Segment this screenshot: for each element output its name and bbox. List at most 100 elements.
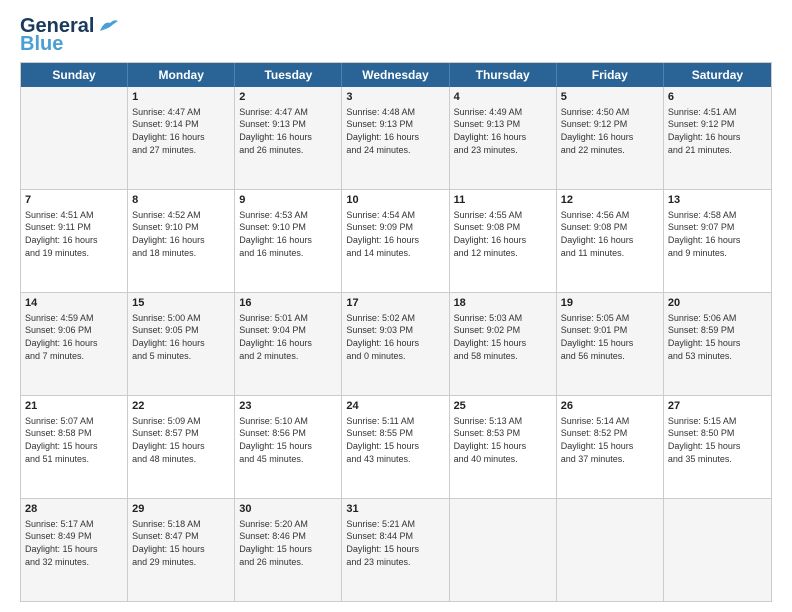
day-number: 26 [561, 399, 659, 414]
calendar-cell: 7Sunrise: 4:51 AM Sunset: 9:11 PM Daylig… [21, 190, 128, 292]
day-info: Sunrise: 5:15 AM Sunset: 8:50 PM Dayligh… [668, 415, 767, 465]
day-number: 17 [346, 296, 444, 311]
day-number: 27 [668, 399, 767, 414]
day-number: 4 [454, 90, 552, 105]
day-info: Sunrise: 4:48 AM Sunset: 9:13 PM Dayligh… [346, 106, 444, 156]
calendar-cell: 11Sunrise: 4:55 AM Sunset: 9:08 PM Dayli… [450, 190, 557, 292]
day-number: 10 [346, 193, 444, 208]
day-number: 5 [561, 90, 659, 105]
day-number: 14 [25, 296, 123, 311]
calendar-cell [664, 499, 771, 601]
calendar-cell: 8Sunrise: 4:52 AM Sunset: 9:10 PM Daylig… [128, 190, 235, 292]
calendar-cell [21, 87, 128, 189]
day-number: 15 [132, 296, 230, 311]
calendar-cell: 5Sunrise: 4:50 AM Sunset: 9:12 PM Daylig… [557, 87, 664, 189]
day-number: 9 [239, 193, 337, 208]
calendar-cell: 29Sunrise: 5:18 AM Sunset: 8:47 PM Dayli… [128, 499, 235, 601]
day-info: Sunrise: 5:02 AM Sunset: 9:03 PM Dayligh… [346, 312, 444, 362]
calendar-cell: 19Sunrise: 5:05 AM Sunset: 9:01 PM Dayli… [557, 293, 664, 395]
calendar-cell: 22Sunrise: 5:09 AM Sunset: 8:57 PM Dayli… [128, 396, 235, 498]
calendar-header-day: Saturday [664, 63, 771, 87]
calendar-cell: 14Sunrise: 4:59 AM Sunset: 9:06 PM Dayli… [21, 293, 128, 395]
calendar-cell: 28Sunrise: 5:17 AM Sunset: 8:49 PM Dayli… [21, 499, 128, 601]
calendar-cell: 18Sunrise: 5:03 AM Sunset: 9:02 PM Dayli… [450, 293, 557, 395]
day-number: 12 [561, 193, 659, 208]
calendar-cell: 24Sunrise: 5:11 AM Sunset: 8:55 PM Dayli… [342, 396, 449, 498]
calendar-header-day: Friday [557, 63, 664, 87]
calendar-row: 7Sunrise: 4:51 AM Sunset: 9:11 PM Daylig… [21, 190, 771, 293]
day-info: Sunrise: 5:14 AM Sunset: 8:52 PM Dayligh… [561, 415, 659, 465]
day-number: 22 [132, 399, 230, 414]
calendar-cell: 4Sunrise: 4:49 AM Sunset: 9:13 PM Daylig… [450, 87, 557, 189]
calendar-cell: 15Sunrise: 5:00 AM Sunset: 9:05 PM Dayli… [128, 293, 235, 395]
calendar-cell [450, 499, 557, 601]
logo: General Blue [20, 16, 118, 54]
calendar-cell: 17Sunrise: 5:02 AM Sunset: 9:03 PM Dayli… [342, 293, 449, 395]
calendar-cell: 13Sunrise: 4:58 AM Sunset: 9:07 PM Dayli… [664, 190, 771, 292]
calendar-row: 28Sunrise: 5:17 AM Sunset: 8:49 PM Dayli… [21, 499, 771, 601]
day-number: 8 [132, 193, 230, 208]
calendar-row: 21Sunrise: 5:07 AM Sunset: 8:58 PM Dayli… [21, 396, 771, 499]
calendar-row: 14Sunrise: 4:59 AM Sunset: 9:06 PM Dayli… [21, 293, 771, 396]
calendar-header-day: Tuesday [235, 63, 342, 87]
day-info: Sunrise: 4:52 AM Sunset: 9:10 PM Dayligh… [132, 209, 230, 259]
calendar-cell: 16Sunrise: 5:01 AM Sunset: 9:04 PM Dayli… [235, 293, 342, 395]
day-info: Sunrise: 4:51 AM Sunset: 9:12 PM Dayligh… [668, 106, 767, 156]
page-header: General Blue [20, 16, 772, 54]
day-number: 23 [239, 399, 337, 414]
day-info: Sunrise: 5:09 AM Sunset: 8:57 PM Dayligh… [132, 415, 230, 465]
calendar-cell: 26Sunrise: 5:14 AM Sunset: 8:52 PM Dayli… [557, 396, 664, 498]
day-info: Sunrise: 4:59 AM Sunset: 9:06 PM Dayligh… [25, 312, 123, 362]
day-info: Sunrise: 5:05 AM Sunset: 9:01 PM Dayligh… [561, 312, 659, 362]
day-info: Sunrise: 5:10 AM Sunset: 8:56 PM Dayligh… [239, 415, 337, 465]
day-info: Sunrise: 4:47 AM Sunset: 9:14 PM Dayligh… [132, 106, 230, 156]
calendar-cell: 3Sunrise: 4:48 AM Sunset: 9:13 PM Daylig… [342, 87, 449, 189]
calendar-cell: 31Sunrise: 5:21 AM Sunset: 8:44 PM Dayli… [342, 499, 449, 601]
calendar-cell [557, 499, 664, 601]
calendar-cell: 6Sunrise: 4:51 AM Sunset: 9:12 PM Daylig… [664, 87, 771, 189]
calendar-cell: 20Sunrise: 5:06 AM Sunset: 8:59 PM Dayli… [664, 293, 771, 395]
day-number: 30 [239, 502, 337, 517]
day-number: 28 [25, 502, 123, 517]
calendar-body: 1Sunrise: 4:47 AM Sunset: 9:14 PM Daylig… [21, 87, 771, 601]
day-number: 19 [561, 296, 659, 311]
calendar-row: 1Sunrise: 4:47 AM Sunset: 9:14 PM Daylig… [21, 87, 771, 190]
day-number: 3 [346, 90, 444, 105]
day-info: Sunrise: 4:50 AM Sunset: 9:12 PM Dayligh… [561, 106, 659, 156]
day-info: Sunrise: 4:47 AM Sunset: 9:13 PM Dayligh… [239, 106, 337, 156]
calendar: SundayMondayTuesdayWednesdayThursdayFrid… [20, 62, 772, 602]
calendar-cell: 2Sunrise: 4:47 AM Sunset: 9:13 PM Daylig… [235, 87, 342, 189]
day-number: 2 [239, 90, 337, 105]
calendar-cell: 12Sunrise: 4:56 AM Sunset: 9:08 PM Dayli… [557, 190, 664, 292]
calendar-cell: 10Sunrise: 4:54 AM Sunset: 9:09 PM Dayli… [342, 190, 449, 292]
day-number: 24 [346, 399, 444, 414]
day-info: Sunrise: 4:53 AM Sunset: 9:10 PM Dayligh… [239, 209, 337, 259]
day-number: 18 [454, 296, 552, 311]
calendar-cell: 23Sunrise: 5:10 AM Sunset: 8:56 PM Dayli… [235, 396, 342, 498]
day-number: 13 [668, 193, 767, 208]
day-number: 16 [239, 296, 337, 311]
day-info: Sunrise: 5:01 AM Sunset: 9:04 PM Dayligh… [239, 312, 337, 362]
calendar-cell: 1Sunrise: 4:47 AM Sunset: 9:14 PM Daylig… [128, 87, 235, 189]
day-info: Sunrise: 4:56 AM Sunset: 9:08 PM Dayligh… [561, 209, 659, 259]
day-number: 25 [454, 399, 552, 414]
day-info: Sunrise: 4:58 AM Sunset: 9:07 PM Dayligh… [668, 209, 767, 259]
day-number: 31 [346, 502, 444, 517]
calendar-cell: 21Sunrise: 5:07 AM Sunset: 8:58 PM Dayli… [21, 396, 128, 498]
day-info: Sunrise: 4:54 AM Sunset: 9:09 PM Dayligh… [346, 209, 444, 259]
logo-blue: Blue [20, 34, 63, 54]
calendar-cell: 9Sunrise: 4:53 AM Sunset: 9:10 PM Daylig… [235, 190, 342, 292]
day-info: Sunrise: 5:07 AM Sunset: 8:58 PM Dayligh… [25, 415, 123, 465]
calendar-header: SundayMondayTuesdayWednesdayThursdayFrid… [21, 63, 771, 87]
day-info: Sunrise: 5:06 AM Sunset: 8:59 PM Dayligh… [668, 312, 767, 362]
logo-bird-icon [96, 17, 118, 35]
calendar-cell: 27Sunrise: 5:15 AM Sunset: 8:50 PM Dayli… [664, 396, 771, 498]
day-info: Sunrise: 5:11 AM Sunset: 8:55 PM Dayligh… [346, 415, 444, 465]
calendar-header-day: Thursday [450, 63, 557, 87]
day-info: Sunrise: 5:13 AM Sunset: 8:53 PM Dayligh… [454, 415, 552, 465]
day-info: Sunrise: 5:17 AM Sunset: 8:49 PM Dayligh… [25, 518, 123, 568]
day-number: 29 [132, 502, 230, 517]
calendar-header-day: Sunday [21, 63, 128, 87]
day-number: 21 [25, 399, 123, 414]
day-number: 11 [454, 193, 552, 208]
